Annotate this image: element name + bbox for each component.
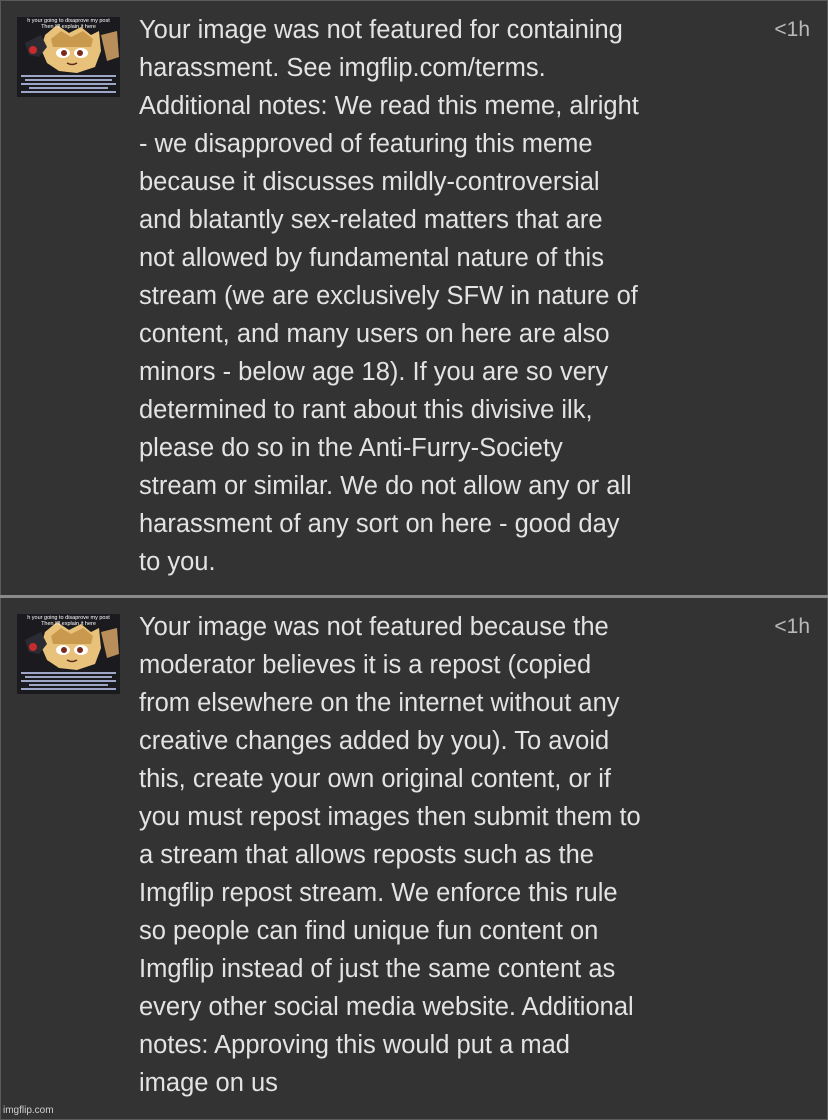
notification-time: <1h xyxy=(774,18,810,41)
thumbnail-caption: h your going to disaprove my post Then I… xyxy=(17,18,120,30)
meme-thumbnail[interactable]: h your going to disaprove my post Then I… xyxy=(17,17,120,97)
meme-thumbnail[interactable]: h your going to disaprove my post Then I… xyxy=(17,614,120,694)
imgflip-watermark: imgflip.com xyxy=(3,1105,54,1116)
thumbnail-caption-line-2: Then I'll explain it here xyxy=(41,24,96,30)
thumbnail-caption-line-2: Then I'll explain it here xyxy=(41,621,96,627)
notification-item[interactable]: h your going to disaprove my post Then I… xyxy=(1,1,827,595)
notification-item[interactable]: h your going to disaprove my post Then I… xyxy=(1,598,827,1119)
thumbnail-caption: h your going to disaprove my post Then I… xyxy=(17,615,120,627)
notification-message: Your image was not featured because the … xyxy=(139,613,641,1097)
notification-message: Your image was not featured for containi… xyxy=(139,16,639,576)
notification-time: <1h xyxy=(774,615,810,638)
